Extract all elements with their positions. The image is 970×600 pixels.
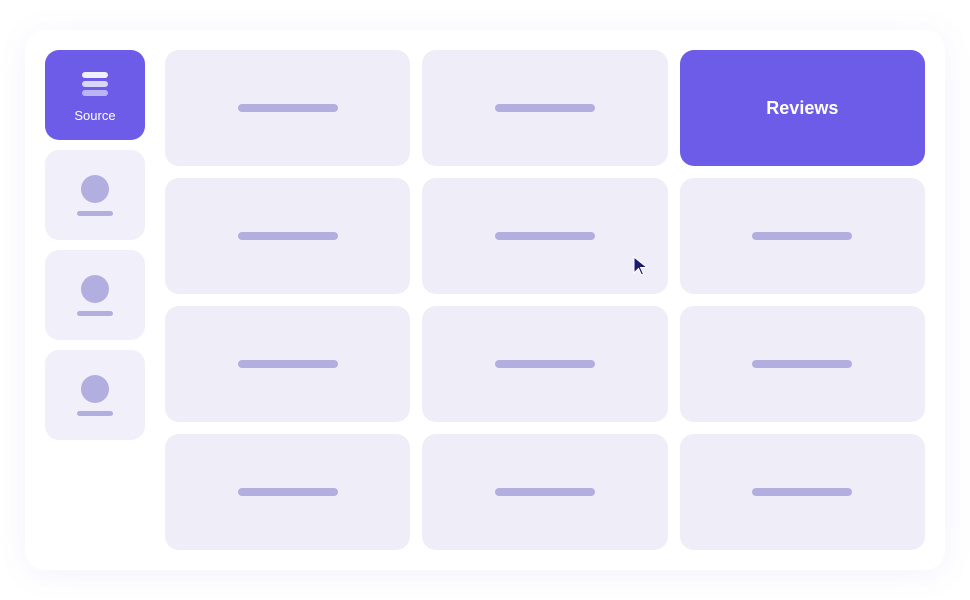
grid-row-4 <box>165 434 925 550</box>
grid-cell-r1c1[interactable] <box>165 50 410 166</box>
grid-cell-r4c1[interactable] <box>165 434 410 550</box>
grid-cell-r2c3[interactable] <box>680 178 925 294</box>
avatar-bar-2 <box>77 311 113 316</box>
avatar-bar-3 <box>77 411 113 416</box>
avatar-icon-2 <box>81 275 109 303</box>
cell-bar-r4c1 <box>238 488 338 496</box>
layers-icon <box>79 68 111 100</box>
cell-bar-r4c2 <box>495 488 595 496</box>
grid-cell-r4c3[interactable] <box>680 434 925 550</box>
sidebar-item-source-label: Source <box>74 108 115 123</box>
cell-bar-r2c3 <box>752 232 852 240</box>
cell-bar-r3c2 <box>495 360 595 368</box>
sidebar-item-user3[interactable] <box>45 350 145 440</box>
grid-cell-r2c1[interactable] <box>165 178 410 294</box>
avatar-bar-1 <box>77 211 113 216</box>
grid-cell-r4c2[interactable] <box>422 434 667 550</box>
grid-cell-r2c2[interactable] <box>422 178 667 294</box>
main-container: Source Reviews <box>25 30 945 570</box>
sidebar-item-user1[interactable] <box>45 150 145 240</box>
grid-cell-r3c3[interactable] <box>680 306 925 422</box>
cell-bar-r4c3 <box>752 488 852 496</box>
grid-cell-r1c2[interactable] <box>422 50 667 166</box>
sidebar-item-source[interactable]: Source <box>45 50 145 140</box>
cell-bar-r3c1 <box>238 360 338 368</box>
grid-cell-r3c1[interactable] <box>165 306 410 422</box>
cell-bar-r2c1 <box>238 232 338 240</box>
grid-cell-r3c2[interactable] <box>422 306 667 422</box>
sidebar: Source <box>45 50 145 550</box>
grid-row-2 <box>165 178 925 294</box>
cell-bar-r3c3 <box>752 360 852 368</box>
sidebar-item-user2[interactable] <box>45 250 145 340</box>
reviews-label: Reviews <box>766 98 838 119</box>
grid-row-1: Reviews <box>165 50 925 166</box>
avatar-icon-3 <box>81 375 109 403</box>
cell-bar-r2c2 <box>495 232 595 240</box>
cell-bar-r1c2 <box>495 104 595 112</box>
avatar-icon-1 <box>81 175 109 203</box>
cursor <box>632 255 650 282</box>
grid-row-3 <box>165 306 925 422</box>
content-area: Reviews <box>165 50 925 550</box>
cell-bar-r1c1 <box>238 104 338 112</box>
grid-cell-r1c3[interactable]: Reviews <box>680 50 925 166</box>
